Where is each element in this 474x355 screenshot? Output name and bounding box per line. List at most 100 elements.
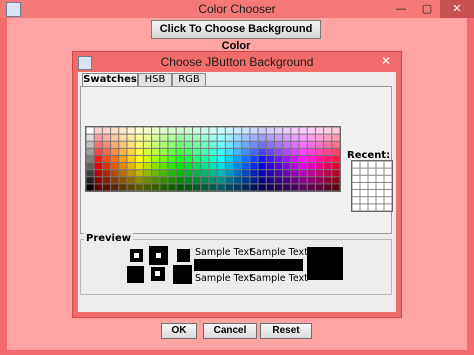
swatch-cell[interactable] — [168, 134, 176, 141]
recent-swatch-cell[interactable] — [376, 190, 384, 197]
swatch-cell[interactable] — [225, 170, 233, 177]
swatch-cell[interactable] — [274, 170, 283, 177]
minimize-button[interactable]: — — [388, 0, 414, 18]
swatch-cell[interactable] — [233, 170, 242, 177]
swatch-cell[interactable] — [266, 155, 274, 163]
swatch-cell[interactable] — [217, 155, 225, 163]
swatch-cell[interactable] — [266, 177, 274, 184]
swatch-cell[interactable] — [111, 177, 119, 184]
swatch-cell[interactable] — [299, 148, 307, 155]
swatch-cell[interactable] — [152, 163, 160, 170]
swatch-cell[interactable] — [266, 170, 274, 177]
swatch-cell[interactable] — [201, 127, 209, 134]
swatch-cell[interactable] — [201, 134, 209, 141]
swatch-palette[interactable] — [85, 126, 341, 192]
swatch-cell[interactable] — [291, 177, 299, 184]
swatch-cell[interactable] — [127, 134, 135, 141]
swatch-cell[interactable] — [233, 134, 242, 141]
swatch-cell[interactable] — [119, 141, 127, 148]
swatch-cell[interactable] — [291, 170, 299, 177]
swatch-cell[interactable] — [332, 141, 340, 148]
swatch-cell[interactable] — [274, 134, 283, 141]
swatch-cell[interactable] — [250, 184, 258, 191]
swatch-cell[interactable] — [307, 134, 315, 141]
swatch-cell[interactable] — [160, 127, 168, 134]
swatch-cell[interactable] — [209, 141, 217, 148]
swatch-cell[interactable] — [258, 141, 266, 148]
swatch-cell[interactable] — [225, 155, 233, 163]
swatch-cell[interactable] — [102, 141, 111, 148]
swatch-cell[interactable] — [332, 170, 340, 177]
swatch-cell[interactable] — [307, 184, 315, 191]
swatch-cell[interactable] — [152, 148, 160, 155]
swatch-cell[interactable] — [111, 163, 119, 170]
swatch-cell[interactable] — [127, 148, 135, 155]
swatch-cell[interactable] — [258, 127, 266, 134]
swatch-cell[interactable] — [201, 170, 209, 177]
swatch-cell[interactable] — [283, 155, 291, 163]
swatch-cell[interactable] — [152, 127, 160, 134]
swatch-cell[interactable] — [315, 163, 324, 170]
swatch-cell[interactable] — [86, 141, 94, 148]
swatch-cell[interactable] — [135, 141, 143, 148]
swatch-cell[interactable] — [201, 177, 209, 184]
swatch-cell[interactable] — [332, 127, 340, 134]
swatch-cell[interactable] — [102, 134, 111, 141]
swatch-cell[interactable] — [225, 184, 233, 191]
cancel-button[interactable]: Cancel — [203, 323, 257, 339]
swatch-cell[interactable] — [307, 141, 315, 148]
recent-swatch-cell[interactable] — [384, 204, 392, 211]
swatch-cell[interactable] — [217, 170, 225, 177]
swatch-cell[interactable] — [217, 163, 225, 170]
swatch-cell[interactable] — [274, 155, 283, 163]
swatch-cell[interactable] — [152, 134, 160, 141]
swatch-cell[interactable] — [315, 127, 324, 134]
recent-swatch-cell[interactable] — [376, 175, 384, 182]
recent-swatch-cell[interactable] — [376, 204, 384, 211]
swatch-cell[interactable] — [176, 170, 184, 177]
swatch-cell[interactable] — [250, 134, 258, 141]
swatch-cell[interactable] — [291, 184, 299, 191]
swatch-cell[interactable] — [299, 170, 307, 177]
swatch-cell[interactable] — [184, 155, 193, 163]
swatch-cell[interactable] — [250, 155, 258, 163]
ok-button[interactable]: OK — [161, 323, 197, 339]
tab-rgb[interactable]: RGB — [172, 73, 206, 86]
swatch-cell[interactable] — [201, 163, 209, 170]
swatch-cell[interactable] — [274, 177, 283, 184]
swatch-cell[interactable] — [160, 155, 168, 163]
swatch-cell[interactable] — [315, 170, 324, 177]
swatch-cell[interactable] — [127, 170, 135, 177]
swatch-cell[interactable] — [233, 184, 242, 191]
swatch-cell[interactable] — [233, 177, 242, 184]
swatch-cell[interactable] — [152, 155, 160, 163]
swatch-cell[interactable] — [176, 155, 184, 163]
swatch-cell[interactable] — [315, 184, 324, 191]
swatch-cell[interactable] — [135, 127, 143, 134]
swatch-cell[interactable] — [299, 127, 307, 134]
swatch-cell[interactable] — [217, 148, 225, 155]
swatch-cell[interactable] — [291, 141, 299, 148]
swatch-cell[interactable] — [201, 184, 209, 191]
swatch-cell[interactable] — [201, 148, 209, 155]
swatch-cell[interactable] — [135, 163, 143, 170]
swatch-cell[interactable] — [307, 170, 315, 177]
tab-hsb[interactable]: HSB — [138, 73, 172, 86]
swatch-cell[interactable] — [324, 141, 332, 148]
swatch-cell[interactable] — [111, 184, 119, 191]
swatch-cell[interactable] — [135, 184, 143, 191]
swatch-cell[interactable] — [184, 177, 193, 184]
recent-swatch-cell[interactable] — [384, 175, 392, 182]
swatch-cell[interactable] — [94, 170, 102, 177]
swatch-cell[interactable] — [168, 148, 176, 155]
swatch-cell[interactable] — [332, 184, 340, 191]
swatch-cell[interactable] — [119, 127, 127, 134]
swatch-cell[interactable] — [111, 141, 119, 148]
swatch-cell[interactable] — [324, 155, 332, 163]
swatch-cell[interactable] — [299, 177, 307, 184]
swatch-cell[interactable] — [152, 184, 160, 191]
swatch-cell[interactable] — [225, 134, 233, 141]
swatch-cell[interactable] — [274, 184, 283, 191]
swatch-cell[interactable] — [143, 177, 152, 184]
swatch-cell[interactable] — [168, 141, 176, 148]
